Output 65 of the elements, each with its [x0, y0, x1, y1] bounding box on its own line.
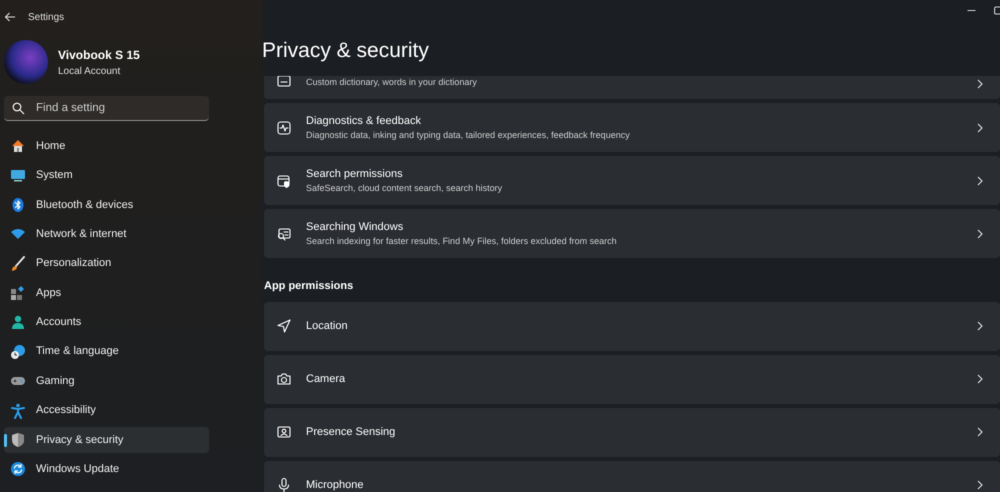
card-title: Microphone [306, 478, 364, 492]
sidebar-item[interactable]: Home [4, 133, 209, 159]
sidebar-item[interactable]: Accounts [4, 309, 209, 336]
card-title: Searching Windows [306, 220, 404, 234]
chevron-right-icon [976, 374, 984, 384]
sidebar-item[interactable]: Apps [4, 280, 209, 306]
sidebar-item[interactable]: Gaming [4, 368, 209, 394]
chevron-right-icon [976, 480, 984, 490]
monitor-icon [10, 167, 26, 184]
chevron-right-icon [976, 176, 984, 186]
restore-icon[interactable] [994, 6, 1000, 15]
settings-card[interactable]: Camera [264, 354, 1000, 404]
bluetooth-icon [10, 196, 26, 213]
account-type: Local Account [58, 64, 122, 78]
microphone-icon [276, 477, 292, 492]
settings-card[interactable]: Diagnostics & feedback Diagnostic data, inking and typing data, tailored experiences, feedback frequency [264, 103, 1000, 152]
sidebar-item[interactable]: Accessibility [4, 398, 209, 424]
sidebar-item[interactable]: Time & language [4, 338, 209, 365]
apps-icon [10, 284, 26, 301]
house-icon [10, 138, 26, 154]
card-description: Custom dictionary, words in your dictionary [306, 76, 478, 89]
sidebar-item[interactable]: Privacy & security [4, 426, 209, 453]
card-description: Search indexing for faster results, Find My Files, folders excluded from search [306, 235, 618, 248]
camera-icon [276, 371, 292, 387]
browser-shield-icon [276, 172, 292, 188]
search-window-icon [276, 226, 292, 242]
sidebar-item[interactable]: Bluetooth & devices [4, 192, 209, 218]
settings-card[interactable]: Location [264, 302, 1000, 350]
sidebar-item[interactable]: Windows Update [4, 456, 209, 482]
settings-card[interactable]: Search permissions SafeSearch, cloud content search, search history [264, 156, 1000, 205]
chevron-right-icon [976, 79, 984, 89]
shield-icon [10, 432, 26, 448]
back-arrow-icon[interactable] [4, 11, 16, 23]
settings-card[interactable]: Microphone [264, 460, 1000, 492]
card-title: Presence Sensing [306, 424, 396, 440]
sidebar-item[interactable]: Personalization [4, 250, 209, 277]
sidebar-item[interactable]: System [4, 162, 209, 188]
presence-sensor-icon [276, 424, 292, 440]
person-icon [10, 314, 26, 330]
settings-card[interactable]: Presence Sensing [264, 408, 1000, 456]
settings-card[interactable]: Searching Windows Search indexing for faster results, Find My Files, folders excluded from search [264, 209, 1000, 258]
paintbrush-icon [10, 256, 26, 272]
chevron-right-icon [976, 427, 984, 437]
card-title: Location [306, 318, 349, 334]
sync-icon [10, 461, 26, 478]
globe-clock-icon [10, 344, 26, 360]
card-description: SafeSearch, cloud content search, search history [306, 182, 504, 195]
card-title: Camera [306, 372, 346, 387]
sidebar-item[interactable]: Network & internet [4, 221, 209, 248]
window-title: Settings [28, 10, 64, 24]
chevron-right-icon [976, 122, 984, 132]
chevron-right-icon [976, 321, 984, 331]
card-title: Search permissions [306, 166, 404, 182]
avatar [4, 40, 48, 84]
navigation-arrow-icon [276, 318, 292, 334]
chevron-right-icon [976, 228, 984, 238]
section-heading: App permissions [263, 279, 354, 294]
card-title: Diagnostics & feedback [306, 114, 422, 128]
dictionary-icon [276, 76, 292, 89]
account-name: Vivobook S 15 [58, 46, 140, 64]
search-field[interactable]: Find a setting [4, 96, 209, 121]
card-description: Diagnostic data, inking and typing data, tailored experiences, feedback frequency [306, 129, 631, 142]
pulse-icon [276, 120, 292, 136]
accessibility-person-icon [10, 402, 26, 419]
settings-card[interactable]: Custom dictionary, words in your dictionary [264, 76, 1000, 99]
